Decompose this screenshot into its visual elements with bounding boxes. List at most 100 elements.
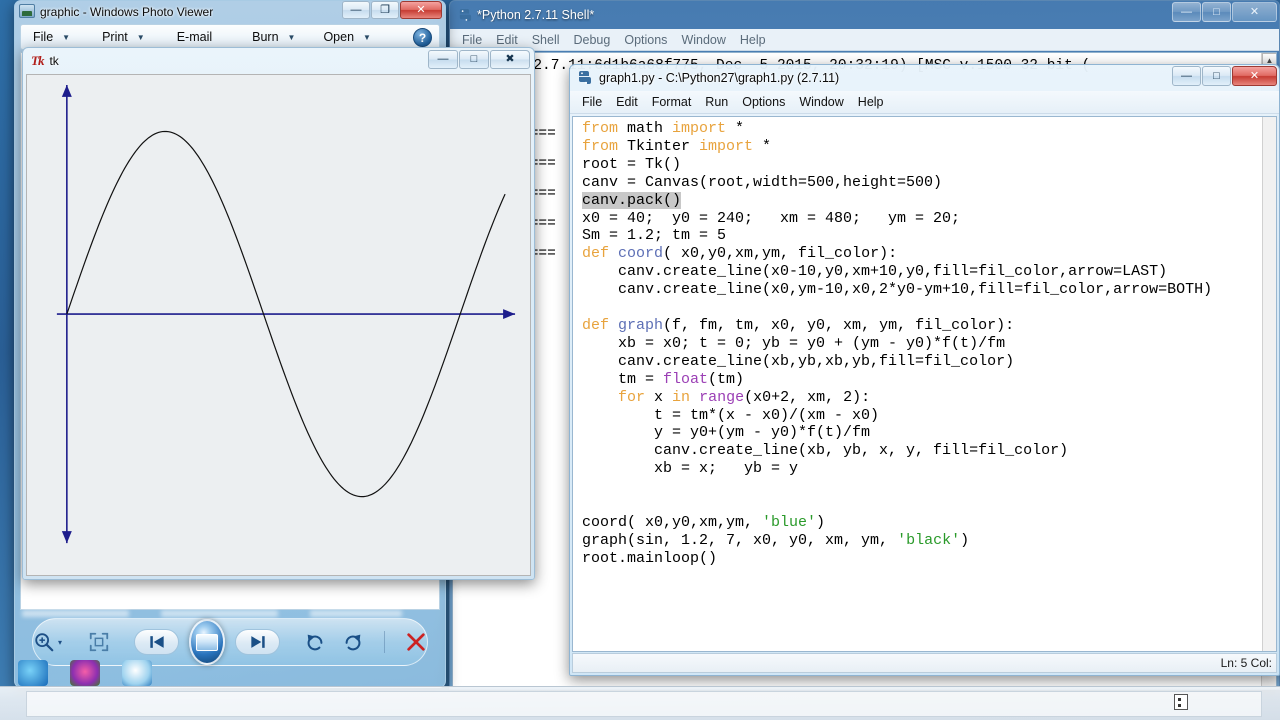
idle-editor-window-buttons: — □ ✕ <box>1171 66 1277 86</box>
code-token: (f, fm, tm, x0, y0, xm, ym, fil_color): <box>663 316 1015 334</box>
toolbar-print-button[interactable]: Print ▼ <box>98 30 149 44</box>
idle-editor-text-area[interactable]: from math import * from Tkinter import * r… <box>572 116 1277 652</box>
y-axis-arrowhead-top <box>61 84 72 97</box>
menu-options[interactable]: Options <box>618 32 673 48</box>
previous-button[interactable] <box>134 629 179 655</box>
python-shell-menubar[interactable]: File Edit Shell Debug Options Window Hel… <box>450 29 1279 51</box>
explorer-icon[interactable] <box>122 660 152 686</box>
idle-editor-window[interactable]: graph1.py - C:\Python27\graph1.py (2.7.1… <box>569 64 1280 676</box>
code-line: canv = Canvas(root,width=500,height=500) <box>582 174 1276 192</box>
media-icon[interactable] <box>70 660 100 686</box>
browser-icon[interactable] <box>18 660 48 686</box>
idle-editor-status-bar: Ln: 5 Col: <box>572 653 1277 673</box>
maximize-button[interactable]: □ <box>1202 66 1231 86</box>
code-token: import <box>672 120 727 137</box>
menu-debug[interactable]: Debug <box>568 32 617 48</box>
code-token: graph(sin, 1.2, 7, x0, y0, xm, ym, <box>582 531 898 549</box>
idle-editor-titlebar[interactable]: graph1.py - C:\Python27\graph1.py (2.7.1… <box>570 65 1279 91</box>
zoom-button[interactable]: ▾ <box>33 631 62 653</box>
minimize-button[interactable]: — <box>1172 66 1201 86</box>
menu-format[interactable]: Format <box>646 94 698 110</box>
menu-help[interactable]: Help <box>734 32 772 48</box>
code-token: math <box>627 120 673 137</box>
taskbar[interactable] <box>0 686 1280 720</box>
close-button[interactable]: ✕ <box>400 1 442 19</box>
menu-run[interactable]: Run <box>699 94 734 110</box>
menu-window[interactable]: Window <box>793 94 849 110</box>
photo-viewer-controls[interactable]: ▾ <box>32 618 428 666</box>
menu-file[interactable]: File <box>456 32 488 48</box>
code-line: root = Tk() <box>582 156 1276 174</box>
idle-editor-title: graph1.py - C:\Python27\graph1.py (2.7.1… <box>599 71 840 85</box>
tk-canvas[interactable] <box>26 74 531 576</box>
code-token: tm = <box>582 370 664 388</box>
code-token: from <box>582 120 628 137</box>
rotate-counterclockwise-icon <box>307 634 323 651</box>
maximize-button[interactable]: ❐ <box>371 1 399 19</box>
desktop: *Python 2.7.11 Shell* — □ ✕ File Edit Sh… <box>0 0 1280 720</box>
close-button[interactable]: ✕ <box>1232 66 1277 86</box>
toolbar-file-button[interactable]: File ▼ <box>29 30 74 44</box>
code-token: t = tm*(x - x0)/(xm - x0) <box>582 406 880 424</box>
code-token: canv.pack() <box>582 191 682 209</box>
code-token: def <box>582 245 619 263</box>
menu-shell[interactable]: Shell <box>526 32 566 48</box>
tk-window-buttons: — □ ✖ <box>427 50 530 69</box>
menu-file[interactable]: File <box>576 94 608 110</box>
toolbar-print-label: Print <box>102 30 128 44</box>
menu-edit[interactable]: Edit <box>610 94 644 110</box>
rotate-left-button[interactable] <box>304 631 326 653</box>
maximize-button[interactable]: □ <box>459 50 489 69</box>
chevron-down-icon: ▼ <box>363 32 371 42</box>
rotate-right-button[interactable] <box>342 631 364 653</box>
code-line: Sm = 1.2; tm = 5 <box>582 227 1276 245</box>
toolbar-open-button[interactable]: Open ▼ <box>319 30 375 44</box>
show-desktop-icon[interactable] <box>1174 694 1188 710</box>
code-token: root.mainloop() <box>582 549 718 567</box>
code-line: tm = float(tm) <box>582 371 1276 389</box>
python-shell-title: *Python 2.7.11 Shell* <box>477 8 595 22</box>
tk-window[interactable]: Tk tk — □ ✖ <box>22 47 535 580</box>
code-line: def graph(f, fm, tm, x0, y0, xm, ym, fil… <box>582 317 1276 335</box>
help-icon[interactable]: ? <box>413 28 432 47</box>
previous-icon <box>149 636 164 648</box>
photo-viewer-titlebar[interactable]: graphic - Windows Photo Viewer — ❐ ✕ <box>15 1 445 23</box>
python-shell-titlebar[interactable]: *Python 2.7.11 Shell* — □ ✕ <box>450 1 1279 29</box>
source-code[interactable]: from math import * from Tkinter import * r… <box>573 117 1276 568</box>
play-slideshow-button[interactable] <box>189 619 226 665</box>
taskbar-strip[interactable] <box>26 691 1262 717</box>
close-button[interactable]: ✕ <box>1232 2 1277 22</box>
close-x-icon <box>407 633 425 651</box>
close-button[interactable]: ✖ <box>490 50 530 69</box>
tk-titlebar[interactable]: Tk tk — □ ✖ <box>23 48 534 73</box>
code-token: * <box>726 120 745 137</box>
code-token: ) <box>816 513 826 531</box>
idle-editor-scrollbar[interactable] <box>1262 117 1276 651</box>
code-token: for <box>618 388 655 406</box>
fit-to-window-button[interactable] <box>88 631 110 653</box>
menu-window[interactable]: Window <box>675 32 731 48</box>
idle-editor-menubar[interactable]: File Edit Format Run Options Window Help <box>570 91 1279 114</box>
code-token: canv.create_line(xb, yb, x, y, fill=fil_… <box>582 442 1069 460</box>
minimize-button[interactable]: — <box>342 1 370 19</box>
menu-edit[interactable]: Edit <box>490 32 524 48</box>
code-token: xb = x; yb = y <box>582 460 799 478</box>
next-button[interactable] <box>235 629 281 655</box>
code-token: y = y0+(ym - y0)*f(t)/fm <box>582 424 871 442</box>
delete-button[interactable] <box>405 631 427 653</box>
code-token: Sm = 1.2; tm = 5 <box>582 227 727 245</box>
code-line: canv.create_line(xb, yb, x, y, fill=fil_… <box>582 442 1276 460</box>
menu-options[interactable]: Options <box>736 94 791 110</box>
python-shell-window-buttons: — □ ✕ <box>1171 2 1277 22</box>
photo-viewer-icon <box>19 4 35 18</box>
toolbar-email-button[interactable]: E-mail <box>173 30 216 44</box>
minimize-button[interactable]: — <box>1172 2 1201 22</box>
code-line: root.mainloop() <box>582 550 1276 568</box>
taskbar-app-icons[interactable] <box>18 660 152 686</box>
maximize-button[interactable]: □ <box>1202 2 1231 22</box>
toolbar-burn-button[interactable]: Burn ▼ <box>248 30 299 44</box>
minimize-button[interactable]: — <box>428 50 458 69</box>
menu-help[interactable]: Help <box>852 94 890 110</box>
python-icon <box>576 70 592 86</box>
